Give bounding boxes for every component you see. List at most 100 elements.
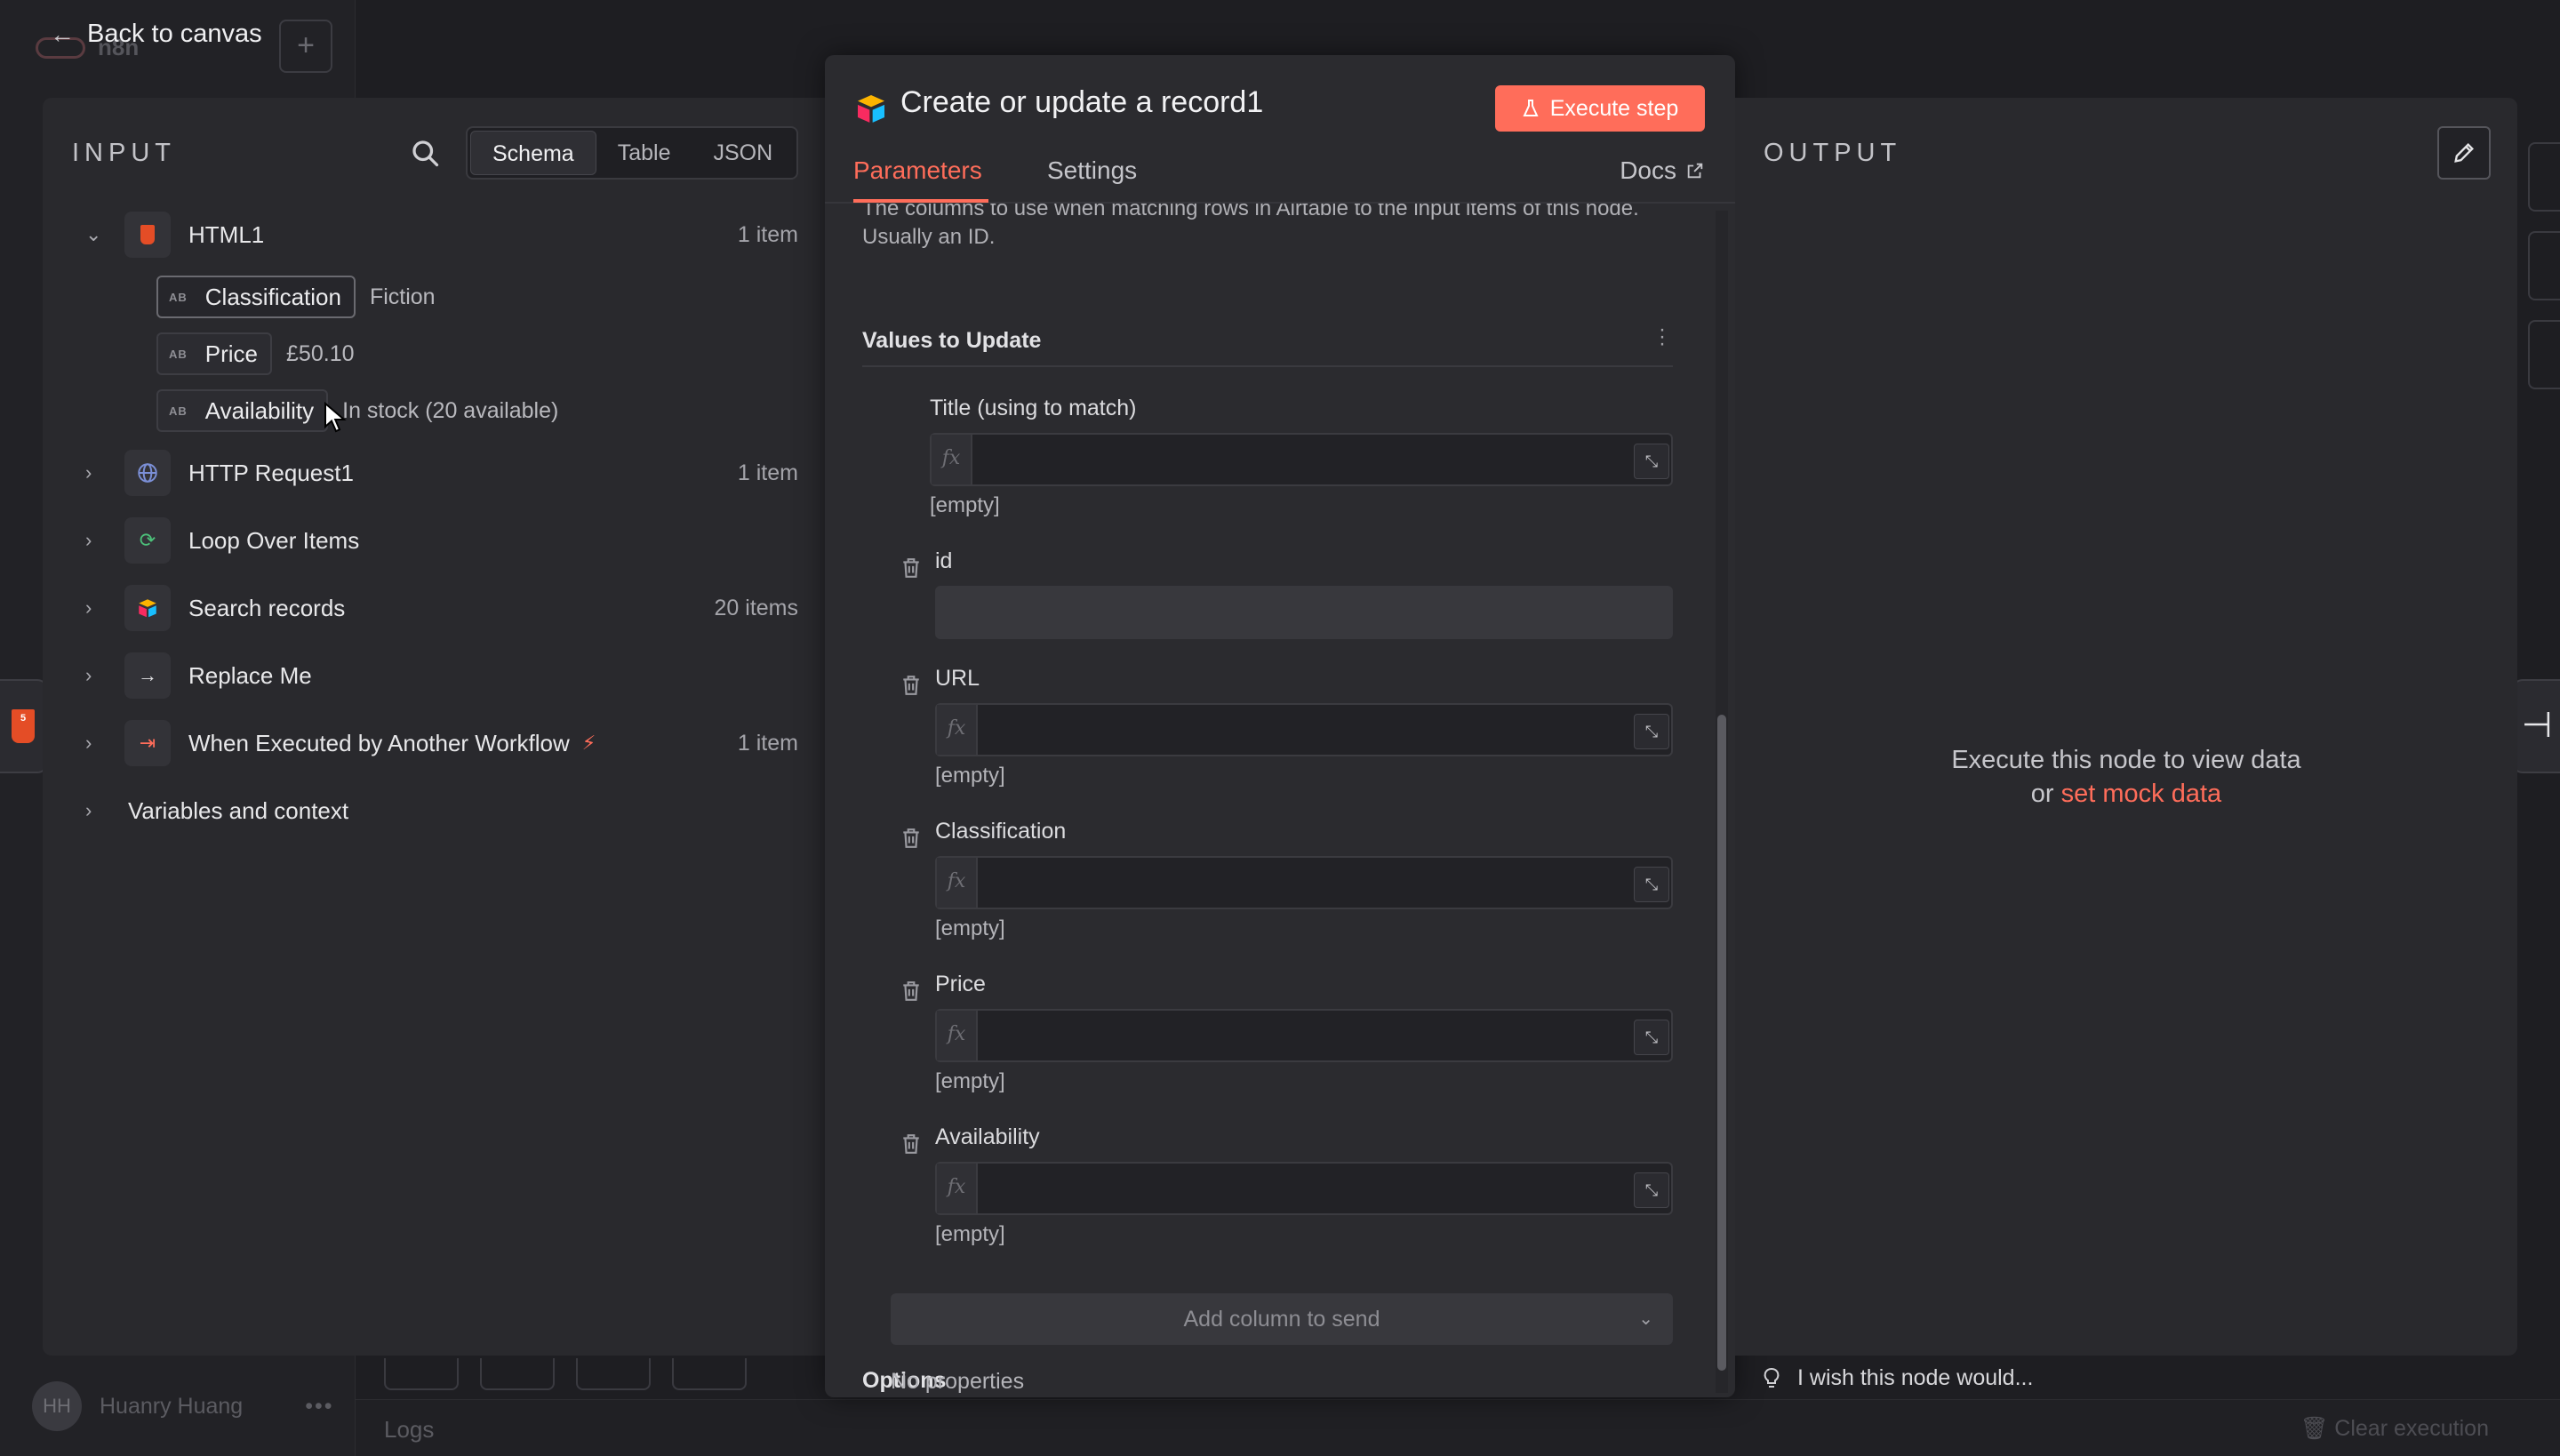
node-parameters-panel: Create or update a record1 Execute step … (825, 55, 1735, 1397)
mode-json[interactable]: JSON (692, 131, 794, 175)
node-count: 20 items (714, 595, 798, 620)
mode-schema[interactable]: Schema (470, 131, 596, 175)
classification-input[interactable]: fx ⤡ (935, 856, 1673, 909)
tree-node-html1[interactable]: ⌄ HTML1 1 item (43, 210, 825, 260)
node-name: Variables and context (128, 796, 349, 824)
field-name: Price (204, 340, 259, 367)
user-menu[interactable]: HH Huanry Huang ••• (32, 1381, 333, 1431)
string-type-icon: AB (169, 404, 188, 418)
chevron-right-icon[interactable]: › (85, 732, 121, 755)
title-input[interactable]: fx ⤡ (930, 433, 1673, 486)
loop-icon: ⟳ (124, 517, 171, 564)
canvas-side-button (2528, 320, 2560, 389)
view-mode-switch: Schema Table JSON (466, 126, 799, 180)
field-label-id: id (935, 548, 953, 573)
active-tab-indicator (853, 199, 988, 203)
kebab-menu-icon[interactable]: · · · (1659, 319, 1666, 355)
arrow-left-icon: ← (50, 20, 75, 48)
chevron-right-icon[interactable]: › (85, 461, 121, 484)
tab-settings[interactable]: Settings (1047, 156, 1137, 185)
input-panel: INPUT Schema Table JSON ⌄ HTML1 1 item A… (43, 98, 825, 1356)
search-icon[interactable] (409, 137, 441, 169)
price-input[interactable]: fx ⤡ (935, 1009, 1673, 1062)
trash-icon[interactable] (901, 557, 921, 579)
field-pill[interactable]: AB Classification (156, 276, 356, 318)
trash-icon[interactable] (901, 980, 921, 1002)
field-name: Availability (204, 396, 315, 424)
feedback-label: I wish this node would... (1797, 1365, 2034, 1390)
string-type-icon: AB (169, 290, 188, 304)
next-node-stub[interactable]: ⊣ (2512, 679, 2560, 773)
node-title[interactable]: Create or update a record1 (900, 85, 1263, 120)
id-input[interactable] (935, 586, 1673, 639)
execute-step-label: Execute step (1549, 95, 1679, 121)
clear-execution-button[interactable]: 🗑 Clear execution (2300, 1416, 2489, 1442)
expand-icon[interactable]: ⤡ (1634, 714, 1669, 749)
pencil-icon (2454, 143, 2474, 163)
schema-field-price[interactable]: AB Price £50.10 (156, 332, 355, 375)
execute-step-button[interactable]: Execute step (1495, 85, 1705, 132)
edit-output-button[interactable] (2437, 126, 2491, 180)
expand-icon[interactable]: ⤡ (1634, 867, 1669, 902)
chevron-right-icon[interactable]: › (85, 596, 121, 620)
globe-icon (124, 450, 171, 496)
html-node-stub[interactable]: 5 (0, 679, 48, 773)
tree-node-when-executed[interactable]: › ⇥ When Executed by Another Workflow ⚡ … (43, 718, 825, 768)
input-title: INPUT (72, 139, 176, 167)
flask-icon (1523, 100, 1539, 116)
mode-table[interactable]: Table (596, 131, 692, 175)
docs-link[interactable]: Docs (1620, 156, 1705, 185)
field-label-classification: Classification (935, 819, 1067, 844)
url-input[interactable]: fx ⤡ (935, 703, 1673, 756)
tab-parameters[interactable]: Parameters (853, 156, 982, 185)
scrollbar-thumb[interactable] (1717, 715, 1726, 1371)
field-label-availability: Availability (935, 1124, 1040, 1149)
logs-bar: Logs 🗑 Clear execution (356, 1399, 2560, 1456)
more-icon[interactable]: ••• (305, 1394, 333, 1420)
field-pill[interactable]: AB Price (156, 332, 273, 375)
add-workflow-button[interactable]: + (279, 20, 332, 73)
availability-input[interactable]: fx ⤡ (935, 1162, 1673, 1215)
feedback-prompt[interactable]: I wish this node would... (1764, 1365, 2033, 1391)
tree-node-search-records[interactable]: › Search records 20 items (43, 583, 825, 633)
trigger-bolt-icon: ⚡ (581, 732, 596, 754)
sign-in-icon: ⇥ (124, 720, 171, 766)
logs-label[interactable]: Logs (384, 1416, 434, 1444)
trash-icon[interactable] (901, 828, 921, 849)
node-count: 1 item (737, 221, 798, 247)
tree-node-variables-context[interactable]: › Variables and context (43, 786, 825, 836)
expand-icon[interactable]: ⤡ (1634, 1172, 1669, 1208)
url-empty-hint: [empty] (935, 764, 1005, 788)
values-to-update-heading: Values to Update (862, 328, 1042, 353)
chevron-down-icon[interactable]: ⌄ (85, 223, 121, 246)
or-text: or (2030, 780, 2054, 808)
schema-field-availability[interactable]: AB Availability In stock (20 available) (156, 389, 558, 432)
set-mock-data-link[interactable]: set mock data (2061, 780, 2222, 808)
back-to-canvas-link[interactable]: ← Back to canvas (50, 20, 262, 49)
trash-icon[interactable] (901, 1133, 921, 1155)
add-column-dropdown[interactable]: Add column to send ⌄ (891, 1293, 1673, 1345)
field-label-price: Price (935, 972, 986, 996)
section-divider (862, 365, 1673, 367)
tree-node-replace-me[interactable]: › → Replace Me (43, 651, 825, 700)
chevron-down-icon: ⌄ (1638, 1309, 1653, 1329)
chevron-right-icon[interactable]: › (85, 799, 121, 822)
parameters-scroll-area[interactable]: The columns to use when matching rows in… (825, 204, 1714, 1397)
expand-icon[interactable]: ⤡ (1634, 1020, 1669, 1055)
node-name: Replace Me (188, 661, 312, 689)
field-pill[interactable]: AB Availability (156, 389, 329, 432)
tree-node-http-request1[interactable]: › HTTP Request1 1 item (43, 448, 825, 498)
chevron-right-icon[interactable]: › (85, 529, 121, 552)
field-value: Fiction (369, 284, 436, 309)
airtable-icon (858, 95, 884, 123)
canvas-side-button (2528, 142, 2560, 212)
canvas-control (480, 1358, 555, 1390)
expand-icon[interactable]: ⤡ (1634, 444, 1669, 479)
tree-node-loop-over-items[interactable]: › ⟳ Loop Over Items (43, 516, 825, 565)
add-column-label: Add column to send (1183, 1307, 1380, 1332)
trash-icon[interactable] (901, 675, 921, 696)
chevron-right-icon[interactable]: › (85, 664, 121, 687)
node-count: 1 item (737, 460, 798, 485)
schema-field-classification[interactable]: AB Classification Fiction (156, 276, 436, 318)
field-label-url: URL (935, 666, 980, 691)
